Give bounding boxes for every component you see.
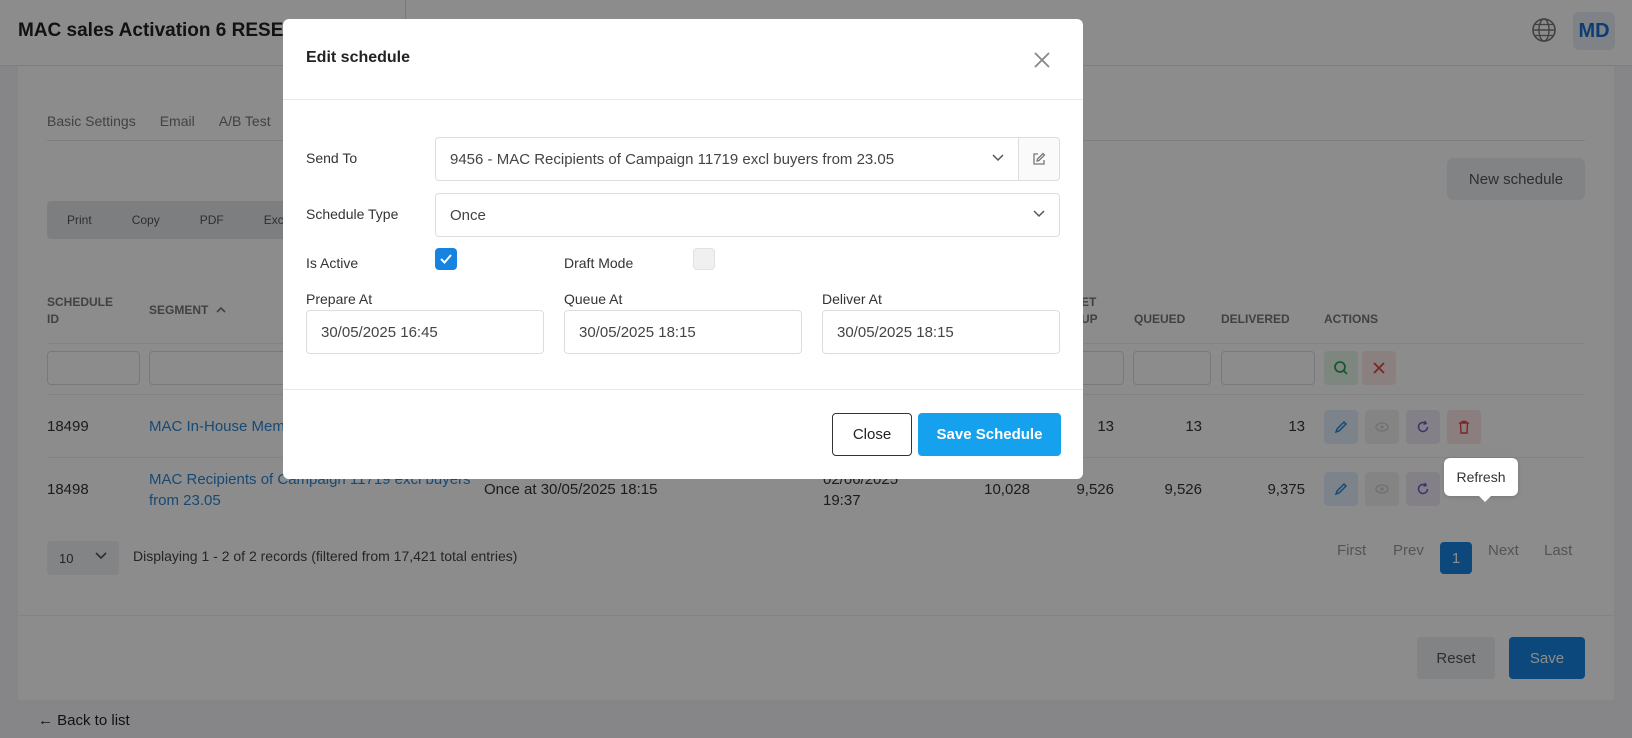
draft-mode-checkbox[interactable] [693, 248, 715, 270]
prepare-at-input[interactable]: 30/05/2025 16:45 [306, 310, 544, 354]
is-active-label: Is Active [306, 255, 359, 271]
prepare-at-label: Prepare At [306, 291, 373, 307]
queue-at-input[interactable]: 30/05/2025 18:15 [564, 310, 802, 354]
chevron-down-icon [992, 154, 1004, 162]
deliver-at-input[interactable]: 30/05/2025 18:15 [822, 310, 1060, 354]
schedule-type-label: Schedule Type [306, 206, 399, 222]
modal-title: Edit schedule [306, 49, 411, 66]
edit-icon [1033, 152, 1046, 165]
modal-header-divider [283, 99, 1083, 100]
close-icon[interactable] [1031, 49, 1053, 71]
send-to-select[interactable]: 9456 - MAC Recipients of Campaign 11719 … [435, 137, 1019, 181]
queue-at-label: Queue At [564, 291, 623, 307]
edit-schedule-modal: Edit schedule Send To 9456 - MAC Recipie… [283, 19, 1083, 479]
is-active-checkbox[interactable] [435, 248, 457, 270]
edit-segment-button[interactable] [1019, 137, 1060, 181]
refresh-tooltip: Refresh [1444, 458, 1518, 502]
draft-mode-label: Draft Mode [564, 255, 634, 271]
check-icon [440, 254, 452, 264]
deliver-at-label: Deliver At [822, 291, 882, 307]
chevron-down-icon [1033, 210, 1045, 218]
send-to-label: Send To [306, 150, 358, 166]
modal-footer-divider [283, 389, 1083, 390]
schedule-type-select[interactable]: Once [435, 193, 1060, 237]
save-schedule-button[interactable]: Save Schedule [918, 413, 1061, 456]
close-button[interactable]: Close [832, 413, 912, 456]
